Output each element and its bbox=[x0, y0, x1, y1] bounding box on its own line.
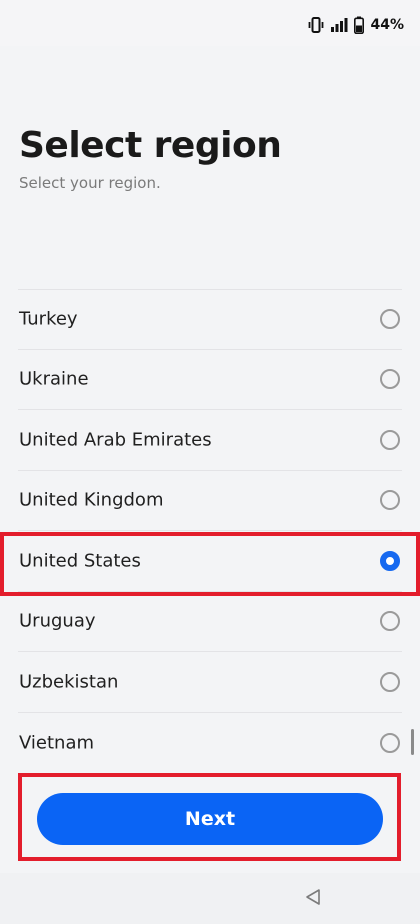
next-button[interactable]: Next bbox=[37, 793, 383, 845]
vibrate-icon bbox=[308, 16, 324, 34]
page-title: Select region bbox=[19, 125, 282, 166]
region-label: Ukraine bbox=[19, 368, 89, 390]
radio-button[interactable] bbox=[380, 490, 400, 511]
radio-button[interactable] bbox=[380, 429, 400, 450]
region-item-uruguay[interactable]: Uruguay bbox=[18, 592, 402, 652]
radio-button[interactable] bbox=[380, 671, 400, 692]
region-label: United Kingdom bbox=[19, 489, 164, 511]
region-label: Vietnam bbox=[19, 732, 95, 754]
signal-icon bbox=[330, 17, 348, 33]
region-label: Turkey bbox=[19, 308, 78, 330]
region-item-vietnam[interactable]: Vietnam bbox=[18, 713, 402, 774]
region-list: Turkey Ukraine United Arab Emirates Unit… bbox=[0, 289, 420, 775]
region-item-ukraine[interactable]: Ukraine bbox=[18, 350, 402, 410]
region-item-united-states[interactable]: United States bbox=[18, 531, 402, 592]
battery-icon bbox=[354, 16, 365, 34]
radio-button[interactable] bbox=[380, 308, 400, 329]
status-icons: 44% bbox=[308, 14, 404, 36]
region-label: United States bbox=[19, 550, 141, 572]
radio-button[interactable] bbox=[380, 369, 400, 390]
battery-percentage: 44% bbox=[370, 17, 404, 33]
region-item-united-arab-emirates[interactable]: United Arab Emirates bbox=[18, 410, 402, 471]
radio-button-selected[interactable] bbox=[380, 550, 400, 571]
region-label: Uruguay bbox=[19, 610, 96, 632]
region-label: Uzbekistan bbox=[19, 671, 119, 693]
radio-button[interactable] bbox=[380, 611, 400, 632]
back-triangle-icon[interactable] bbox=[305, 888, 321, 911]
region-item-united-kingdom[interactable]: United Kingdom bbox=[18, 471, 402, 531]
scrollbar[interactable] bbox=[411, 729, 414, 755]
region-label: United Arab Emirates bbox=[19, 429, 212, 451]
navigation-bar bbox=[0, 873, 420, 924]
screen: 44% Select region Select your region. Tu… bbox=[0, 0, 420, 924]
status-bar: 44% bbox=[0, 0, 420, 46]
region-item-uzbekistan[interactable]: Uzbekistan bbox=[18, 652, 402, 713]
radio-button[interactable] bbox=[380, 732, 400, 753]
page-subtitle: Select your region. bbox=[19, 174, 161, 192]
region-item-turkey[interactable]: Turkey bbox=[18, 289, 402, 350]
